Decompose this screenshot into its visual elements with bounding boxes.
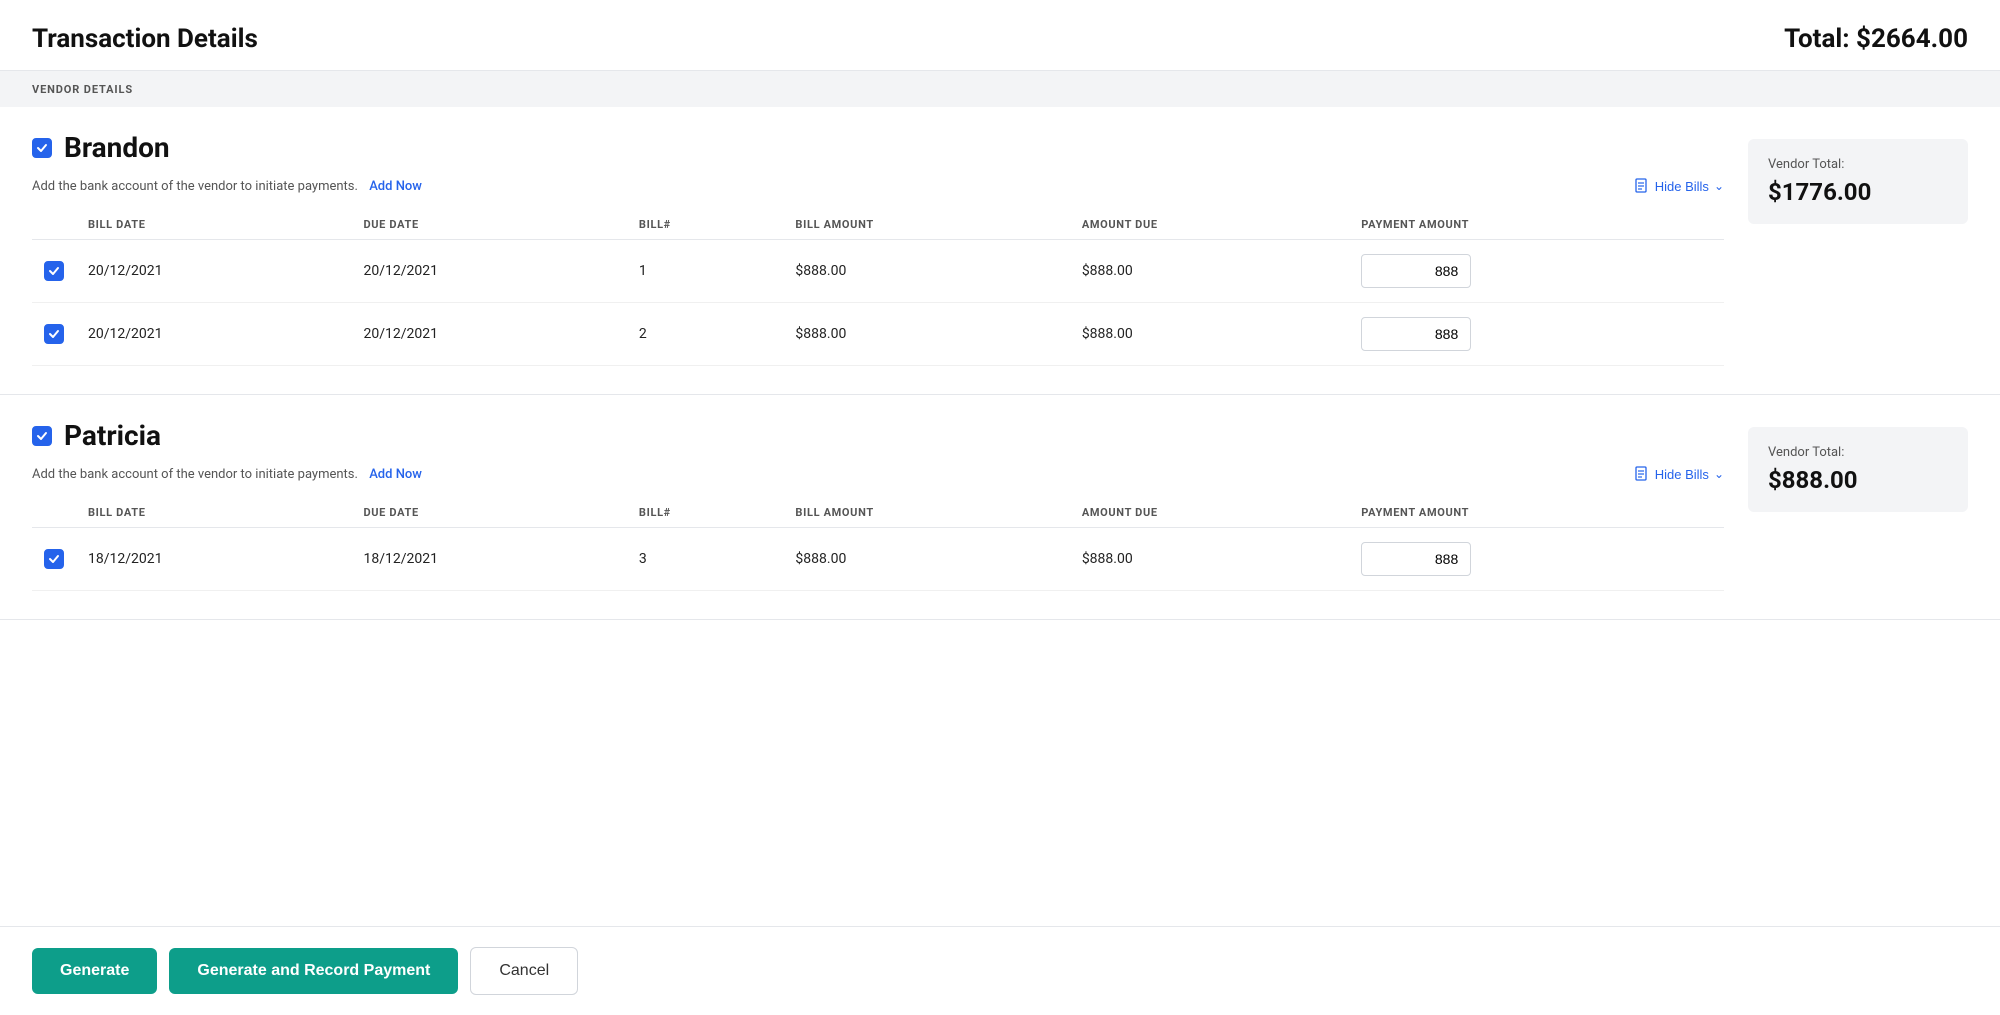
col-header-2: DUE DATE: [351, 498, 626, 528]
col-header-1: BILL DATE: [76, 498, 351, 528]
vendor-name-brandon: Brandon: [64, 131, 170, 164]
col-header-3: BILL#: [627, 498, 784, 528]
footer-bar: Generate Generate and Record Payment Can…: [0, 926, 2000, 1015]
bill-num: 2: [627, 303, 784, 366]
amount-due: $888.00: [1070, 240, 1349, 303]
row-checkbox-cell: [32, 303, 76, 366]
vendor-checkbox-brandon[interactable]: [32, 138, 52, 158]
table-header-row: BILL DATE DUE DATE BILL# BILL AMOUNT AMO…: [32, 498, 1724, 528]
col-header-2: DUE DATE: [351, 210, 626, 240]
row-checkbox-0-0[interactable]: [44, 261, 64, 281]
payment-amount-input-0-0[interactable]: [1361, 254, 1471, 288]
vendors-container: Brandon Add the bank account of the vend…: [0, 107, 2000, 620]
chevron-down-icon-patricia: ⌄: [1714, 467, 1724, 481]
page-header: Transaction Details Total: $2664.00: [0, 0, 2000, 71]
amount-due: $888.00: [1070, 303, 1349, 366]
bills-table-brandon: BILL DATE DUE DATE BILL# BILL AMOUNT AMO…: [32, 210, 1724, 366]
vendor-name-patricia: Patricia: [64, 419, 161, 452]
row-checkbox-cell: [32, 528, 76, 591]
col-header-6: PAYMENT AMOUNT: [1349, 498, 1724, 528]
section-label-bar: VENDOR DETAILS: [0, 71, 2000, 107]
payment-amount-cell: [1349, 240, 1724, 303]
vendor-block-patricia: Patricia Add the bank account of the ven…: [0, 395, 2000, 620]
col-header-4: BILL AMOUNT: [783, 498, 1069, 528]
due-date: 20/12/2021: [351, 303, 626, 366]
bill-date: 18/12/2021: [76, 528, 351, 591]
col-header-6: PAYMENT AMOUNT: [1349, 210, 1724, 240]
vendor-block-brandon: Brandon Add the bank account of the vend…: [0, 107, 2000, 395]
add-now-link-patricia[interactable]: Add Now: [369, 467, 422, 482]
col-header-0: [32, 498, 76, 528]
payment-amount-input-0-1[interactable]: [1361, 317, 1471, 351]
generate-button[interactable]: Generate: [32, 948, 157, 994]
col-header-5: AMOUNT DUE: [1070, 210, 1349, 240]
due-date: 20/12/2021: [351, 240, 626, 303]
vendor-main-patricia: Patricia Add the bank account of the ven…: [32, 419, 1724, 591]
vendor-total-box-brandon: Vendor Total: $1776.00: [1748, 139, 1968, 224]
vendor-header-row-patricia: Patricia: [32, 419, 1724, 452]
vendor-bank-notice-patricia: Add the bank account of the vendor to in…: [32, 466, 1724, 482]
col-header-5: AMOUNT DUE: [1070, 498, 1349, 528]
payment-amount-cell: [1349, 303, 1724, 366]
payment-amount-input-1-0[interactable]: [1361, 542, 1471, 576]
bill-date: 20/12/2021: [76, 240, 351, 303]
add-now-link-brandon[interactable]: Add Now: [369, 179, 422, 194]
payment-amount-cell: [1349, 528, 1724, 591]
due-date: 18/12/2021: [351, 528, 626, 591]
bill-date: 20/12/2021: [76, 303, 351, 366]
bill-icon-patricia: [1634, 466, 1650, 482]
table-row: 20/12/2021 20/12/2021 2 $888.00 $888.00: [32, 303, 1724, 366]
bill-amount: $888.00: [783, 240, 1069, 303]
row-checkbox-0-1[interactable]: [44, 324, 64, 344]
bill-amount: $888.00: [783, 303, 1069, 366]
bill-amount: $888.00: [783, 528, 1069, 591]
vendor-bank-notice-brandon: Add the bank account of the vendor to in…: [32, 178, 1724, 194]
bills-table-patricia: BILL DATE DUE DATE BILL# BILL AMOUNT AMO…: [32, 498, 1724, 591]
generate-record-button[interactable]: Generate and Record Payment: [169, 948, 458, 994]
page-title: Transaction Details: [32, 24, 258, 54]
bill-num: 1: [627, 240, 784, 303]
cancel-button[interactable]: Cancel: [470, 947, 578, 995]
col-header-1: BILL DATE: [76, 210, 351, 240]
section-label: VENDOR DETAILS: [32, 83, 133, 96]
amount-due: $888.00: [1070, 528, 1349, 591]
bill-icon-brandon: [1634, 178, 1650, 194]
bill-num: 3: [627, 528, 784, 591]
hide-bills-btn-brandon[interactable]: Hide Bills ⌄: [1634, 178, 1724, 194]
vendor-total-box-patricia: Vendor Total: $888.00: [1748, 427, 1968, 512]
vendor-total-label-patricia: Vendor Total:: [1768, 445, 1948, 460]
vendor-header-row-brandon: Brandon: [32, 131, 1724, 164]
hide-bills-btn-patricia[interactable]: Hide Bills ⌄: [1634, 466, 1724, 482]
vendor-total-label-brandon: Vendor Total:: [1768, 157, 1948, 172]
col-header-3: BILL#: [627, 210, 784, 240]
col-header-4: BILL AMOUNT: [783, 210, 1069, 240]
vendor-checkbox-patricia[interactable]: [32, 426, 52, 446]
vendor-main-brandon: Brandon Add the bank account of the vend…: [32, 131, 1724, 366]
page-container: Transaction Details Total: $2664.00 VEND…: [0, 0, 2000, 1015]
table-row: 20/12/2021 20/12/2021 1 $888.00 $888.00: [32, 240, 1724, 303]
col-header-0: [32, 210, 76, 240]
page-total: Total: $2664.00: [1784, 24, 1968, 54]
chevron-down-icon-brandon: ⌄: [1714, 179, 1724, 193]
table-row: 18/12/2021 18/12/2021 3 $888.00 $888.00: [32, 528, 1724, 591]
vendor-total-amount-brandon: $1776.00: [1768, 178, 1948, 206]
vendor-total-amount-patricia: $888.00: [1768, 466, 1948, 494]
row-checkbox-cell: [32, 240, 76, 303]
table-header-row: BILL DATE DUE DATE BILL# BILL AMOUNT AMO…: [32, 210, 1724, 240]
row-checkbox-1-0[interactable]: [44, 549, 64, 569]
